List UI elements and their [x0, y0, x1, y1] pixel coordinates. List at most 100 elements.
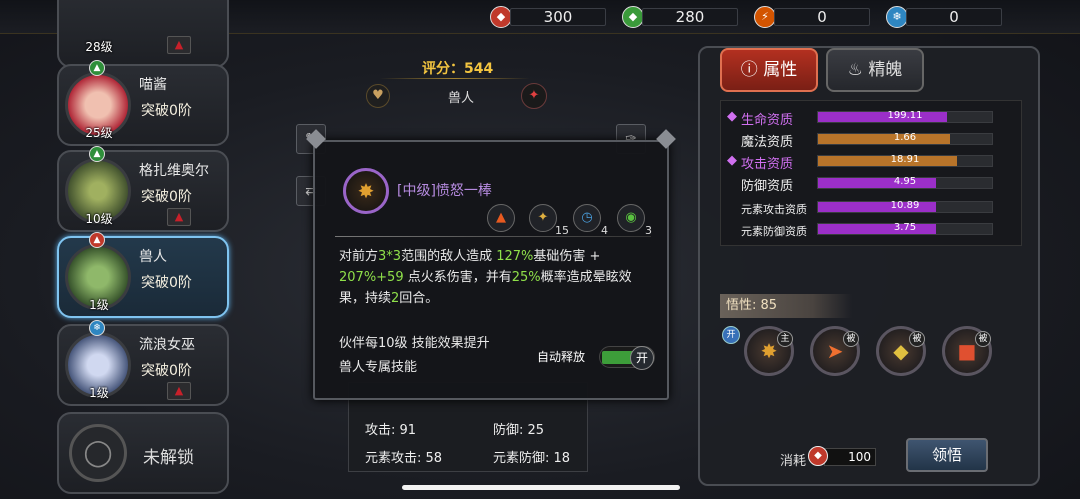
attribute-label: 防御资质: [741, 179, 794, 194]
fire-element-icon: ▲: [487, 204, 515, 232]
attribute-bar: 18.91: [817, 154, 993, 167]
cost-label: 消耗: [780, 454, 807, 469]
resource-value: 300: [510, 8, 606, 26]
pet-breakthrough: 突破0阶: [141, 275, 192, 291]
attribute-label: 生命资质: [741, 113, 794, 128]
toggle-knob: 开: [630, 346, 654, 370]
attribute-bar: 10.89: [817, 200, 993, 213]
stat-elem-attack: 元素攻击: 58: [365, 451, 443, 466]
cost-value: 100: [824, 448, 876, 466]
timer-icon: ◷: [573, 204, 601, 232]
attribute-panel: ⓘ 属性 ♨ 精魄 ◆ 生命资质 199.11 魔法资质 1.66 ◆ 攻击资质 18.91 防…: [698, 46, 1040, 486]
feather-icon[interactable]: ✦: [521, 83, 547, 109]
fire-element-icon: ▲: [89, 232, 105, 248]
tab-label: 精魄: [868, 60, 903, 80]
pet-level: 25级: [85, 126, 113, 140]
attribute-value: 1.66: [893, 132, 917, 143]
tooltip-corner: [656, 129, 676, 149]
pet-level: 1级: [89, 298, 109, 312]
target-range-icon: ◉: [617, 204, 645, 232]
wind-element-icon: ▲: [89, 60, 105, 76]
locked-label: 未解锁: [143, 448, 194, 468]
resource-green-gem: ◆ 280: [622, 6, 740, 28]
skill-tag: 被: [975, 331, 991, 347]
attribute-row: 防御资质 4.95: [721, 173, 1021, 194]
pet-name: 格扎维奥尔: [139, 163, 209, 179]
pet-race: 兽人: [448, 91, 475, 106]
resource-red-gem: ◆ 300: [490, 6, 608, 28]
cooldown-icon: ✦: [529, 204, 557, 232]
attribute-row: 元素防御资质 3.75: [721, 219, 1021, 239]
attribute-row: ◆ 攻击资质 18.91: [721, 151, 1021, 172]
red-gem-icon: ◆: [808, 446, 828, 466]
slash-skill-icon[interactable]: ➤ 被: [810, 326, 860, 376]
attribute-bar: 199.11: [817, 110, 993, 123]
score-divider: [380, 78, 530, 79]
attribute-row: 魔法资质 1.66: [721, 129, 1021, 150]
snowflake-icon: ❄: [886, 6, 908, 28]
skill-tag: 被: [909, 331, 925, 347]
heart-icon[interactable]: ♥: [366, 84, 390, 108]
locked-pet-card[interactable]: ◯ 未解锁: [57, 412, 229, 494]
attribute-value: 3.75: [893, 222, 917, 233]
resource-value: 0: [906, 8, 1002, 26]
info-icon: ⓘ: [740, 60, 764, 80]
stat-defense: 防御: 25: [493, 423, 545, 438]
fire-bomb-skill-icon[interactable]: ■ 被: [942, 326, 992, 376]
attribute-bar: 3.75: [817, 222, 993, 235]
pet-level: 10级: [85, 212, 113, 226]
resource-value: 0: [774, 8, 870, 26]
lightning-icon: ⚡: [754, 6, 776, 28]
auto-cast-label: 自动释放: [537, 350, 586, 364]
attribute-value: 18.91: [890, 154, 920, 165]
home-indicator[interactable]: [402, 485, 680, 490]
pet-level: 28级: [85, 40, 113, 54]
skill-tag: 被: [843, 331, 859, 347]
attribute-label: 元素防御资质: [741, 225, 807, 238]
pet-level: 1级: [89, 386, 109, 400]
wisdom-open-badge[interactable]: 开: [722, 326, 740, 344]
pet-card-selected[interactable]: ▲ 1级 兽人 突破0阶: [57, 232, 229, 318]
attribute-list: ◆ 生命资质 199.11 魔法资质 1.66 ◆ 攻击资质 18.91 防御资质 4.95 元素攻…: [720, 100, 1022, 246]
tab-soul[interactable]: ♨ 精魄: [826, 48, 924, 92]
pet-name: 兽人: [139, 249, 167, 265]
shield-skill-icon[interactable]: ◆ 被: [876, 326, 926, 376]
wind-element-icon: ▲: [89, 146, 105, 162]
pet-card[interactable]: ▲ 25级 喵酱 突破0阶: [57, 60, 229, 146]
pet-card[interactable]: ▲ 10级 格扎维奥尔 突破0阶 ▲: [57, 146, 229, 232]
attribute-label: 元素攻击资质: [741, 203, 807, 216]
tooltip-divider: [335, 236, 651, 237]
tab-label: 属性: [763, 60, 798, 80]
lock-icon: ◯: [69, 424, 127, 482]
skill-description: 对前方3*3范围的敌人造成 127%基础伤害 + 207%+59 点火系伤害，并…: [339, 249, 632, 306]
pet-breakthrough: 突破0阶: [141, 363, 192, 379]
breakthrough-icon: ▲: [167, 382, 191, 400]
ice-element-icon: ❄: [89, 320, 105, 336]
flame-icon: ♨: [847, 60, 869, 80]
attribute-row: ◆ 生命资质 199.11: [721, 107, 1021, 128]
auto-cast-toggle[interactable]: 开: [599, 346, 655, 370]
breakthrough-icon: ▲: [167, 208, 191, 226]
pet-list[interactable]: 28级 ▲ ▲ 25级 喵酱 突破0阶 ▲ 10级 格扎维奥尔 突破0阶 ▲ ▲…: [55, 0, 233, 499]
green-gem-icon: ◆: [622, 6, 644, 28]
attribute-row: 元素攻击资质 10.89: [721, 197, 1021, 217]
pet-breakthrough: 突破0阶: [141, 103, 192, 119]
attribute-label: 攻击资质: [741, 157, 794, 172]
attribute-value: 10.89: [890, 200, 920, 211]
pet-card[interactable]: ❄ 1级 流浪女巫 突破0阶 ▲: [57, 320, 229, 406]
skill-tag: 主: [777, 331, 793, 347]
skill-exclusive-note: 兽人专属技能: [339, 360, 418, 375]
main-skill-icon[interactable]: ✸ 主: [744, 326, 794, 376]
comprehend-button[interactable]: 领悟: [906, 438, 988, 472]
wisdom-label: 悟性: 85: [726, 298, 778, 313]
stat-elem-defense: 元素防御: 18: [493, 451, 571, 466]
skill-name: [中级]愤怒一棒: [397, 183, 492, 199]
pet-card[interactable]: 28级 ▲: [57, 0, 229, 68]
score-label: 评分：544: [422, 61, 494, 77]
stat-attack: 攻击: 91: [365, 423, 417, 438]
skill-tooltip: ✸ [中级]愤怒一棒 ▲ ✦ 15 ◷ 4 ◉ 3 对前方3*3范围的敌人造成 …: [306, 129, 676, 400]
wisdom-banner: 悟性: 85: [720, 294, 852, 318]
attribute-value: 4.95: [893, 176, 917, 187]
tab-attributes[interactable]: ⓘ 属性: [720, 48, 818, 92]
attribute-value: 199.11: [887, 110, 923, 121]
